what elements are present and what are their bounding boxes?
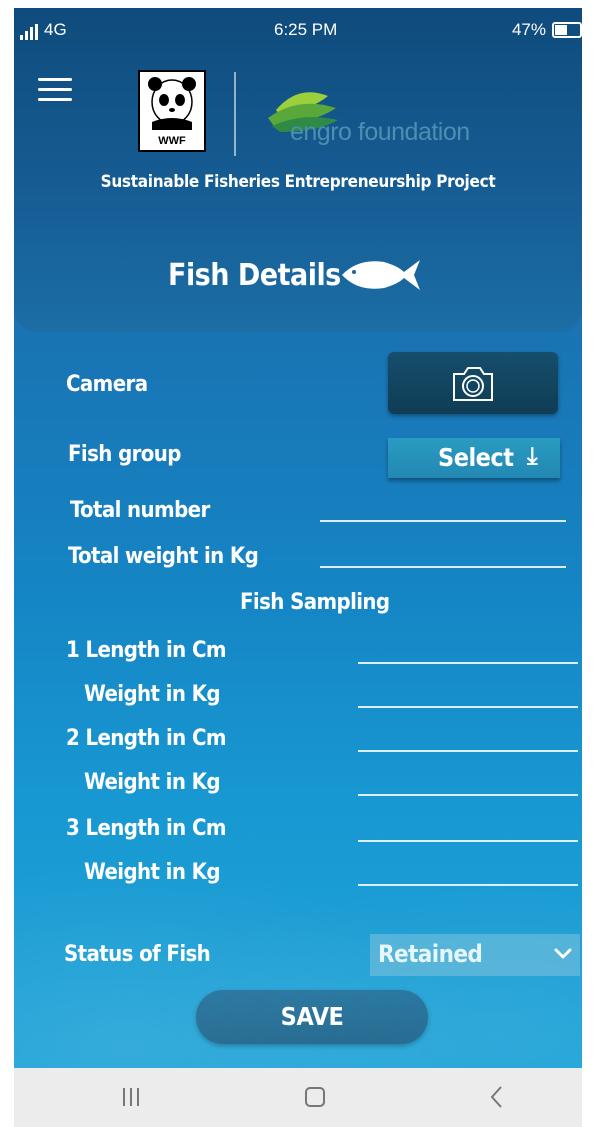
- battery-percent: 47%: [511, 20, 546, 39]
- status-bar: 4G 6:25 PM 47%: [14, 8, 582, 52]
- wwf-text: WWF: [158, 135, 186, 147]
- status-of-fish-label: Status of Fish: [64, 942, 211, 967]
- camera-icon: [453, 367, 493, 401]
- total-number-field[interactable]: [320, 520, 566, 522]
- sample-1-length-field[interactable]: [358, 662, 578, 664]
- engro-foundation-text: engro foundation: [290, 118, 470, 146]
- fish-group-select-button[interactable]: Select ⤓: [388, 438, 560, 478]
- recents-icon[interactable]: [118, 1084, 144, 1110]
- sample-2-weight-field[interactable]: [358, 794, 578, 796]
- download-arrow-icon: ⤓: [527, 442, 538, 470]
- project-title: Sustainable Fisheries Entrepreneurship P…: [100, 172, 496, 192]
- wwf-logo: WWF: [138, 70, 206, 152]
- sample-1-weight-label: Weight in Kg: [84, 682, 221, 707]
- app-screen: WWF engro foundation Sustainable Fisheri…: [14, 8, 582, 1068]
- logo-divider: [234, 72, 236, 156]
- save-button[interactable]: SAVE: [196, 990, 428, 1044]
- total-weight-field[interactable]: [320, 566, 566, 568]
- sample-2-length-field[interactable]: [358, 750, 578, 752]
- sample-3-weight-field[interactable]: [358, 884, 578, 886]
- sample-1-weight-field[interactable]: [358, 706, 578, 708]
- header-panel: WWF engro foundation Sustainable Fisheri…: [14, 8, 582, 332]
- system-navigation-bar: [14, 1068, 582, 1127]
- total-weight-label: Total weight in Kg: [68, 544, 259, 569]
- status-time: 6:25 PM: [274, 20, 338, 39]
- total-number-label: Total number: [70, 498, 210, 523]
- status-dropdown-value: Retained: [378, 940, 483, 968]
- sample-2-weight-label: Weight in Kg: [84, 770, 221, 795]
- sample-3-length-field[interactable]: [358, 840, 578, 842]
- battery-status: 47%: [512, 20, 582, 40]
- sample-3-weight-label: Weight in Kg: [84, 860, 221, 885]
- battery-icon: [552, 22, 582, 38]
- camera-label: Camera: [66, 372, 148, 397]
- status-dropdown[interactable]: Retained: [370, 934, 580, 976]
- page-title: Fish Details: [168, 258, 341, 293]
- camera-button[interactable]: [388, 352, 558, 414]
- fish-sampling-title: Fish Sampling: [240, 590, 390, 615]
- network-status: 4G: [20, 20, 67, 40]
- hamburger-icon[interactable]: [38, 78, 72, 102]
- back-icon[interactable]: [484, 1084, 510, 1110]
- sample-3-length-label: 3 Length in Cm: [66, 816, 227, 841]
- sample-1-length-label: 1 Length in Cm: [66, 638, 227, 663]
- fish-group-label: Fish group: [68, 442, 181, 467]
- signal-icon: [20, 24, 38, 40]
- fish-group-select-label: Select: [438, 443, 514, 472]
- fish-icon: [342, 260, 420, 290]
- sample-2-length-label: 2 Length in Cm: [66, 726, 227, 751]
- chevron-down-icon: [554, 948, 572, 959]
- network-type: 4G: [44, 20, 67, 39]
- home-icon[interactable]: [302, 1084, 328, 1110]
